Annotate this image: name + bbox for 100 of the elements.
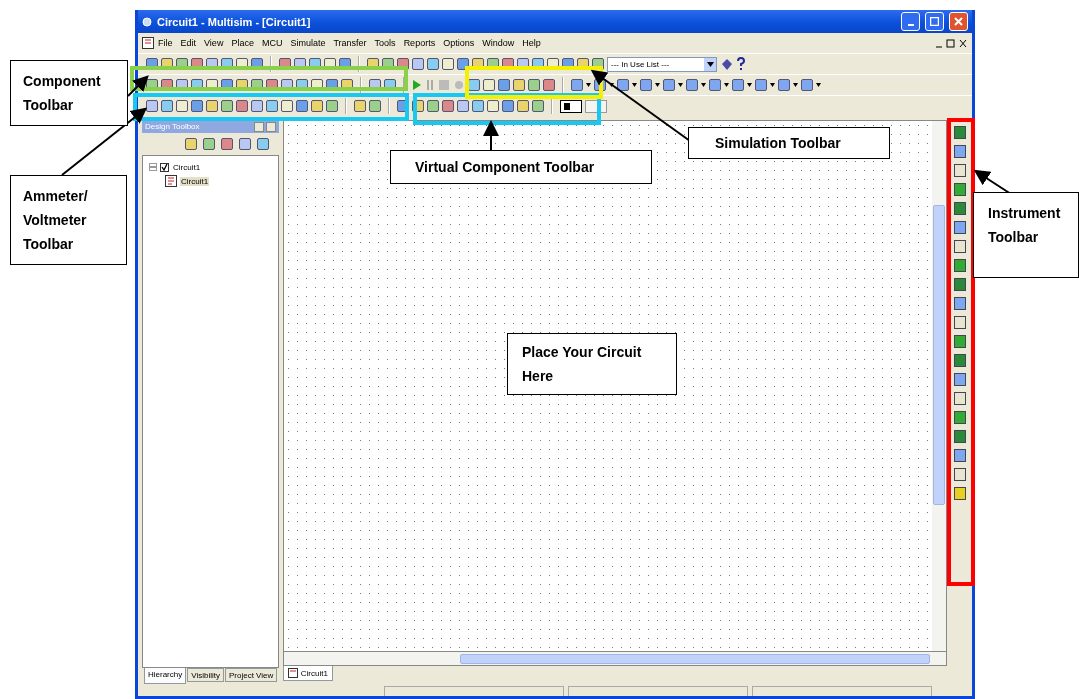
help-icon[interactable] bbox=[736, 57, 746, 71]
caret-icon[interactable] bbox=[724, 83, 729, 87]
meter-icon[interactable] bbox=[191, 100, 203, 112]
component-wizard-icon[interactable] bbox=[720, 57, 733, 71]
instrument-icon[interactable] bbox=[954, 259, 967, 272]
meter-icon[interactable] bbox=[176, 100, 188, 112]
sheet-tab[interactable]: Circuit1 bbox=[282, 666, 333, 681]
probe-icon[interactable] bbox=[560, 99, 582, 113]
maximize-icon[interactable] bbox=[925, 12, 944, 31]
panel-tab[interactable]: Project View bbox=[225, 668, 278, 682]
close-icon[interactable] bbox=[265, 121, 276, 132]
panel-tab[interactable]: Visibility bbox=[187, 668, 224, 682]
tool-icon[interactable] bbox=[513, 79, 525, 91]
tool-icon[interactable] bbox=[412, 58, 424, 70]
tool-icon[interactable] bbox=[427, 58, 439, 70]
tool-icon[interactable] bbox=[354, 100, 366, 112]
menu-item[interactable]: Reports bbox=[399, 38, 440, 48]
menu-item[interactable]: Help bbox=[518, 38, 545, 48]
caret-icon[interactable] bbox=[747, 83, 752, 87]
menu-item[interactable]: Transfer bbox=[329, 38, 371, 48]
component-icon[interactable] bbox=[617, 79, 629, 91]
meter-icon[interactable] bbox=[146, 100, 158, 112]
instrument-icon[interactable] bbox=[954, 183, 967, 196]
instrument-icon[interactable] bbox=[954, 354, 967, 367]
instrument-icon[interactable] bbox=[954, 221, 967, 234]
caret-icon[interactable] bbox=[632, 83, 637, 87]
tool-icon[interactable] bbox=[498, 79, 510, 91]
instrument-icon[interactable] bbox=[954, 297, 967, 310]
tool-icon[interactable] bbox=[256, 138, 269, 150]
tool-icon[interactable] bbox=[238, 138, 251, 150]
caret-icon[interactable] bbox=[609, 83, 614, 87]
virtual-component-icon[interactable] bbox=[517, 100, 529, 112]
caret-icon[interactable] bbox=[655, 83, 660, 87]
tree-item[interactable]: Circuit1 bbox=[180, 176, 210, 186]
panel-tab[interactable]: Hierarchy bbox=[144, 668, 187, 684]
virtual-component-icon[interactable] bbox=[487, 100, 499, 112]
instrument-icon[interactable] bbox=[954, 468, 967, 481]
horizontal-scrollbar[interactable] bbox=[282, 652, 947, 666]
instrument-icon[interactable] bbox=[954, 240, 967, 253]
meter-icon[interactable] bbox=[236, 100, 248, 112]
caret-icon[interactable] bbox=[586, 83, 591, 87]
meter-icon[interactable] bbox=[266, 100, 278, 112]
instrument-icon[interactable] bbox=[954, 145, 967, 158]
caret-icon[interactable] bbox=[793, 83, 798, 87]
instrument-icon[interactable] bbox=[954, 164, 967, 177]
minimize-icon[interactable] bbox=[253, 121, 264, 132]
run-icon[interactable] bbox=[412, 79, 422, 91]
instrument-icon[interactable] bbox=[954, 449, 967, 462]
window-controls-icon[interactable] bbox=[934, 37, 968, 49]
virtual-component-icon[interactable] bbox=[532, 100, 544, 112]
instrument-icon[interactable] bbox=[954, 411, 967, 424]
tool-icon[interactable] bbox=[528, 79, 540, 91]
menu-item[interactable]: Window bbox=[478, 38, 519, 48]
instrument-icon[interactable] bbox=[954, 202, 967, 215]
caret-icon[interactable] bbox=[816, 83, 821, 87]
caret-icon[interactable] bbox=[701, 83, 706, 87]
menu-item[interactable]: File bbox=[154, 38, 177, 48]
virtual-component-icon[interactable] bbox=[502, 100, 514, 112]
tool-icon[interactable] bbox=[369, 100, 381, 112]
meter-icon[interactable] bbox=[296, 100, 308, 112]
meter-icon[interactable] bbox=[221, 100, 233, 112]
schematic-canvas[interactable] bbox=[283, 121, 932, 651]
menu-item[interactable]: Edit bbox=[176, 38, 201, 48]
menu-item[interactable]: View bbox=[200, 38, 228, 48]
tool-icon[interactable] bbox=[202, 138, 215, 150]
meter-icon[interactable] bbox=[161, 100, 173, 112]
meter-icon[interactable] bbox=[326, 100, 338, 112]
meter-icon[interactable] bbox=[281, 100, 293, 112]
tool-icon[interactable] bbox=[220, 138, 233, 150]
instrument-icon[interactable] bbox=[954, 335, 967, 348]
collapse-icon[interactable] bbox=[149, 163, 157, 171]
menu-item[interactable]: Tools bbox=[370, 38, 400, 48]
menu-item[interactable]: Options bbox=[439, 38, 479, 48]
instrument-icon[interactable] bbox=[954, 487, 967, 500]
tool-icon[interactable] bbox=[543, 79, 555, 91]
caret-icon[interactable] bbox=[678, 83, 683, 87]
virtual-component-icon[interactable] bbox=[442, 100, 454, 112]
tree-checkbox[interactable] bbox=[160, 162, 169, 172]
tool-icon[interactable] bbox=[184, 138, 197, 150]
virtual-component-icon[interactable] bbox=[427, 100, 439, 112]
meter-icon[interactable] bbox=[206, 100, 218, 112]
virtual-component-icon[interactable] bbox=[457, 100, 469, 112]
schematic-icon bbox=[165, 175, 177, 187]
menu-item[interactable]: Simulate bbox=[286, 38, 330, 48]
instrument-icon[interactable] bbox=[954, 430, 967, 443]
instrument-icon[interactable] bbox=[954, 373, 967, 386]
tree-item[interactable]: Circuit1 bbox=[172, 162, 202, 172]
instrument-icon[interactable] bbox=[954, 392, 967, 405]
menu-item[interactable]: Place bbox=[227, 38, 258, 48]
instrument-icon[interactable] bbox=[954, 316, 967, 329]
instrument-icon[interactable] bbox=[954, 126, 967, 139]
virtual-component-icon[interactable] bbox=[472, 100, 484, 112]
tool-icon[interactable] bbox=[483, 79, 495, 91]
meter-icon[interactable] bbox=[251, 100, 263, 112]
menu-item[interactable]: MCU bbox=[257, 38, 287, 48]
tool-icon[interactable] bbox=[442, 58, 454, 70]
caret-icon[interactable] bbox=[770, 83, 775, 87]
meter-icon[interactable] bbox=[311, 100, 323, 112]
in-use-list-dropdown[interactable]: --- In Use List --- bbox=[607, 56, 717, 72]
instrument-icon[interactable] bbox=[954, 278, 967, 291]
